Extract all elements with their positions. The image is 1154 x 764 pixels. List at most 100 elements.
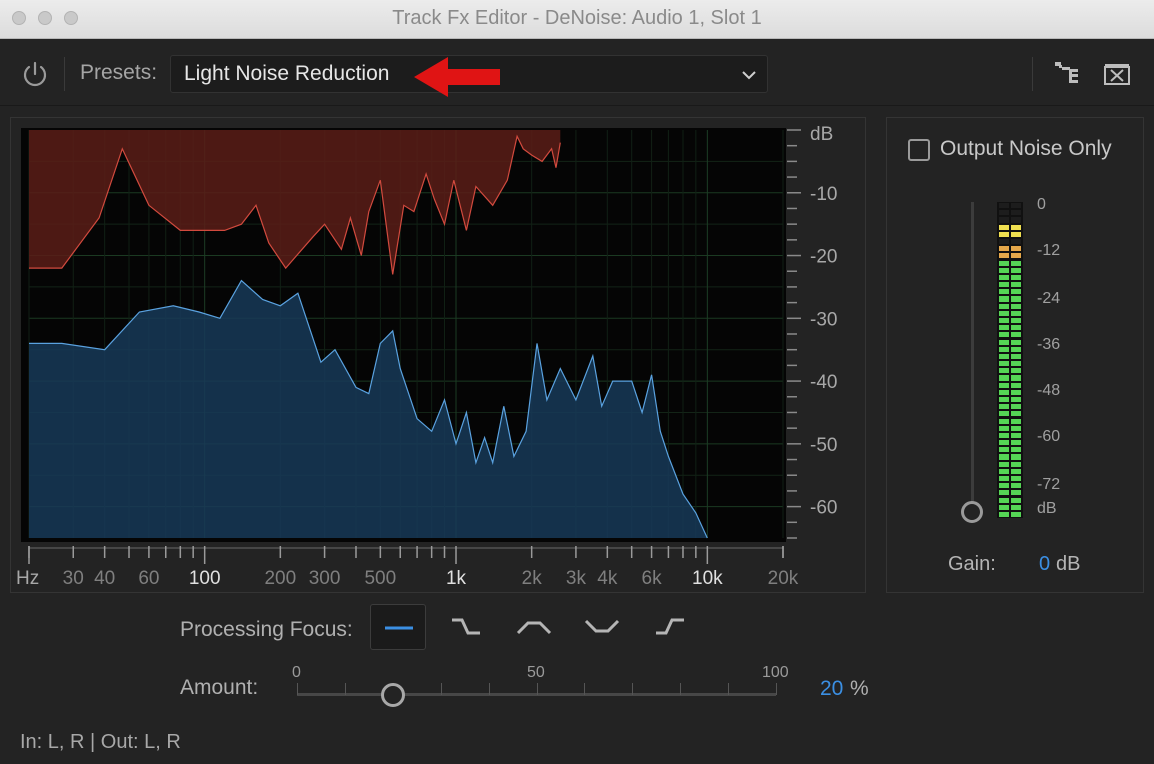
meter-segment	[1011, 231, 1021, 237]
toolbar: Presets: Light Noise Reduction	[0, 39, 1154, 106]
amount-value[interactable]: 20	[820, 677, 843, 701]
meter-scale-label: -12	[1037, 242, 1061, 259]
presets-label: Presets:	[80, 61, 158, 84]
meter-segment	[999, 504, 1009, 510]
meter-segment	[1011, 454, 1021, 460]
meter-segment	[999, 461, 1009, 467]
hz-unit-label: Hz	[16, 568, 39, 589]
meter-segment	[999, 468, 1009, 474]
io-status: In: L, R | Out: L, R	[20, 731, 181, 753]
focus-mid-icon	[516, 621, 552, 635]
amount-tick	[440, 683, 442, 695]
meter-segment	[999, 375, 1009, 381]
meter-segment	[999, 231, 1009, 237]
freq-tick-label: 40	[94, 568, 115, 589]
meter-segment	[999, 497, 1009, 503]
gain-slider-track[interactable]	[971, 202, 974, 507]
meter-segment	[1011, 483, 1021, 489]
meter-segment	[1011, 353, 1021, 359]
meter-segment	[999, 511, 1009, 517]
db-unit-label: dB	[810, 124, 833, 145]
meter-segment	[999, 382, 1009, 388]
meter-segment	[1011, 404, 1021, 410]
meter-segment	[1011, 475, 1021, 482]
meter-segment	[1011, 346, 1021, 352]
gain-slider-thumb[interactable]	[961, 501, 983, 523]
level-meter	[997, 202, 1023, 518]
focus-low-button[interactable]	[438, 604, 494, 650]
meter-segment	[1011, 317, 1021, 324]
meter-segment	[999, 310, 1009, 316]
focus-all-button[interactable]	[370, 604, 426, 650]
meter-segment	[1011, 490, 1021, 496]
meter-segment	[1011, 289, 1021, 295]
freq-tick-label: 500	[364, 568, 396, 589]
meter-segment	[1011, 425, 1021, 431]
db-tick-label: -40	[810, 372, 837, 393]
meter-segment	[1011, 253, 1021, 259]
db-tick-label: -10	[810, 184, 837, 205]
freq-tick-label: 10k	[692, 568, 723, 589]
spectrum-graph[interactable]: -10 -20 -30 -40 -50 -60 30 40 60 100 200 300 500 1k 2k…	[11, 118, 867, 594]
meter-segment	[1011, 296, 1021, 302]
meter-segment	[999, 253, 1009, 259]
freq-tick-label: 6k	[642, 568, 663, 589]
gain-value[interactable]: 0	[1039, 553, 1050, 576]
meter-segment	[1011, 389, 1021, 395]
meter-segment	[1011, 432, 1021, 438]
meter-segment	[1011, 310, 1021, 316]
meter-scale-label: 0	[1037, 196, 1046, 213]
freq-tick-label: 60	[138, 568, 159, 589]
meter-segment	[999, 454, 1009, 460]
amount-tick	[632, 683, 634, 695]
focus-high-button[interactable]	[642, 604, 698, 650]
output-noise-only-checkbox[interactable]	[908, 139, 930, 161]
meter-scale-label: -72	[1037, 476, 1061, 493]
fx-editor-window: Track Fx Editor - DeNoise: Audio 1, Slot…	[0, 0, 1154, 764]
meter-segment	[999, 368, 1009, 374]
amount-label: Amount:	[180, 676, 259, 699]
power-icon[interactable]	[20, 60, 50, 95]
meter-segment	[999, 389, 1009, 395]
amount-scale-max: 100	[762, 664, 789, 681]
amount-scale-min: 0	[292, 664, 301, 681]
meter-segment	[999, 238, 1009, 245]
amount-tick	[488, 683, 490, 695]
close-panel-icon[interactable]	[1104, 63, 1130, 90]
routing-icon[interactable]	[1052, 59, 1080, 92]
preset-value: Light Noise Reduction	[184, 62, 390, 85]
amount-tick	[584, 683, 586, 695]
focus-all-icon	[385, 626, 413, 630]
meter-segment	[999, 475, 1009, 482]
meter-segment	[999, 246, 1009, 252]
meter-segment	[999, 361, 1009, 367]
freq-tick-label: 100	[189, 568, 221, 589]
meter-segment	[999, 274, 1009, 280]
amount-slider-thumb[interactable]	[380, 683, 405, 707]
focus-low-icon	[452, 618, 480, 635]
focus-mid-button[interactable]	[506, 604, 562, 650]
amount-tick	[776, 683, 777, 695]
meter-segment	[999, 203, 1009, 209]
meter-segment	[1011, 411, 1021, 417]
meter-segment	[1011, 497, 1021, 503]
meter-segment	[1011, 511, 1021, 517]
focus-high-mid-button[interactable]	[574, 604, 630, 650]
meter-segment	[999, 440, 1009, 446]
meter-segment	[1011, 332, 1021, 338]
meter-segment	[999, 296, 1009, 302]
freq-tick-label: 200	[264, 568, 296, 589]
meter-scale-label: -24	[1037, 290, 1061, 307]
toolbar-divider	[64, 57, 65, 91]
meter-segment	[1011, 447, 1021, 453]
meter-segment	[999, 332, 1009, 338]
meter-segment	[999, 267, 1009, 273]
meter-segment	[999, 411, 1009, 417]
focus-high-mid-icon	[584, 619, 620, 633]
focus-high-icon	[656, 618, 684, 635]
meter-segment	[1011, 418, 1021, 424]
freq-tick-label: 30	[63, 568, 84, 589]
meter-segment	[999, 483, 1009, 489]
meter-segment	[999, 447, 1009, 453]
meter-segment	[999, 404, 1009, 410]
